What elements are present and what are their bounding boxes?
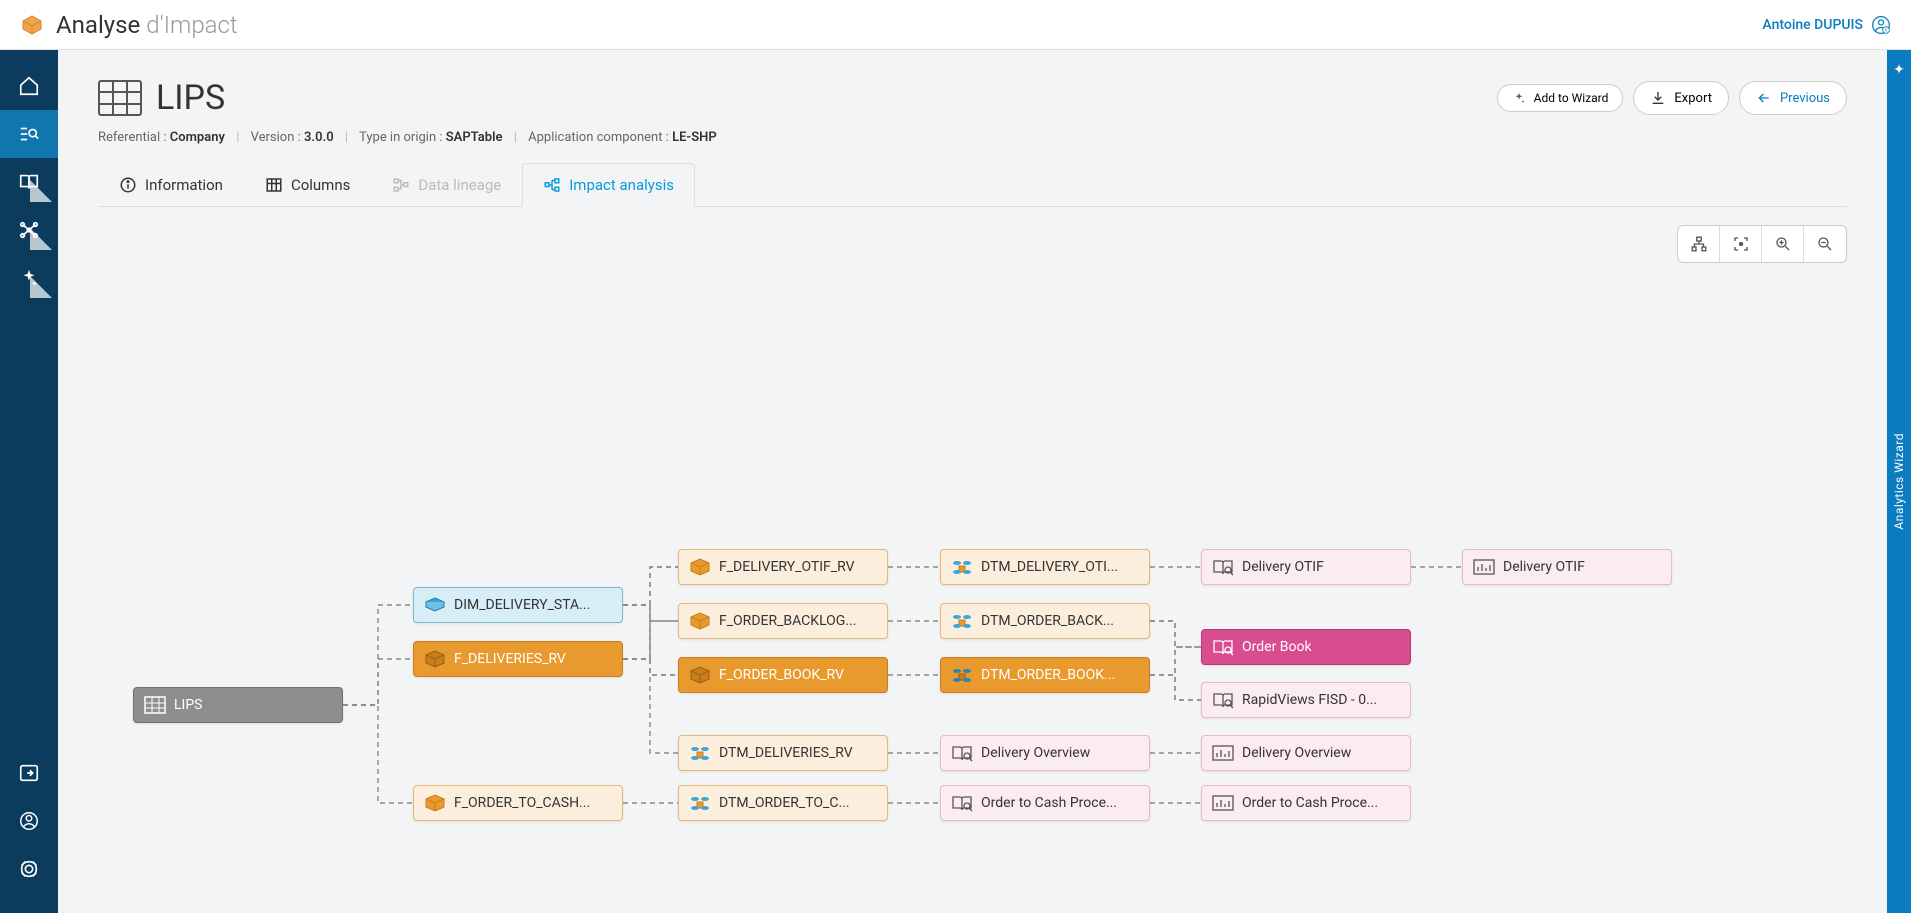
node-dim-delivery-status[interactable]: DIM_DELIVERY_STA... — [413, 587, 623, 623]
node-f-delivery-otif-rv[interactable]: F_DELIVERY_OTIF_RV — [678, 549, 888, 585]
cube-icon — [689, 666, 711, 684]
right-rail-label: Analytics Wizard — [1892, 433, 1906, 530]
page-title: LIPS — [156, 78, 225, 118]
main-content: LIPS Add to Wizard Export Previous Refer… — [58, 50, 1887, 913]
tab-information[interactable]: Information — [98, 163, 244, 206]
left-nav — [0, 50, 58, 913]
dashboard-chart-icon — [1212, 744, 1234, 762]
app-logo-icon — [20, 13, 44, 37]
nav-graph[interactable] — [0, 206, 58, 254]
nav-ai-sparkle[interactable] — [0, 254, 58, 302]
nav-import[interactable] — [0, 749, 58, 797]
meta-row: Referential : Company | Version : 3.0.0 … — [98, 130, 1847, 145]
sparkle-icon: ✦ — [1893, 62, 1905, 78]
node-f-deliveries-rv[interactable]: F_DELIVERIES_RV — [413, 641, 623, 677]
user-name[interactable]: Antoine DUPUIS — [1762, 17, 1863, 33]
report-book-icon — [1212, 638, 1234, 656]
node-rapidviews-report[interactable]: RapidViews FISD - 0... — [1201, 682, 1411, 718]
node-delivery-otif-report[interactable]: Delivery OTIF — [1201, 549, 1411, 585]
dashboard-chart-icon — [1212, 794, 1234, 812]
datamart-icon — [951, 612, 973, 630]
right-rail[interactable]: ✦ Analytics Wizard — [1887, 50, 1911, 913]
cube-icon — [689, 612, 711, 630]
datamart-icon — [689, 794, 711, 812]
export-button[interactable]: Export — [1633, 81, 1729, 115]
tabs: Information Columns Data lineage Impact … — [98, 163, 1847, 207]
node-order-book-report[interactable]: Order Book — [1201, 629, 1411, 665]
node-delivery-overview-dashboard[interactable]: Delivery Overview — [1201, 735, 1411, 771]
nav-search-analysis[interactable] — [0, 110, 58, 158]
node-delivery-overview-report[interactable]: Delivery Overview — [940, 735, 1150, 771]
add-to-wizard-button[interactable]: Add to Wizard — [1497, 84, 1624, 112]
node-delivery-otif-dashboard[interactable]: Delivery OTIF — [1462, 549, 1672, 585]
node-dtm-deliveries-rv[interactable]: DTM_DELIVERIES_RV — [678, 735, 888, 771]
table-icon — [144, 696, 166, 714]
cube-icon — [424, 794, 446, 812]
node-dtm-delivery-otif[interactable]: DTM_DELIVERY_OTI... — [940, 549, 1150, 585]
report-book-icon — [951, 794, 973, 812]
nav-account[interactable] — [0, 797, 58, 845]
report-book-icon — [951, 744, 973, 762]
top-header: Analyse d'Impact Antoine DUPUIS € — [0, 0, 1911, 50]
node-dtm-order-book[interactable]: DTM_ORDER_BOOK... — [940, 657, 1150, 693]
user-profile-icon[interactable]: € — [1871, 15, 1891, 35]
nav-home[interactable] — [0, 62, 58, 110]
previous-button[interactable]: Previous — [1739, 81, 1847, 115]
datamart-icon — [951, 666, 973, 684]
tab-impact-analysis[interactable]: Impact analysis — [522, 163, 695, 207]
node-f-order-backlog[interactable]: F_ORDER_BACKLOG... — [678, 603, 888, 639]
node-dtm-order-to-cash[interactable]: DTM_ORDER_TO_C... — [678, 785, 888, 821]
cube-icon — [424, 650, 446, 668]
tab-data-lineage: Data lineage — [371, 163, 522, 206]
nav-support[interactable] — [0, 845, 58, 893]
page-header: LIPS Add to Wizard Export Previous — [98, 78, 1847, 118]
app-title: Analyse d'Impact — [56, 11, 238, 39]
datamart-icon — [951, 558, 973, 576]
cube-icon — [689, 558, 711, 576]
node-lips[interactable]: LIPS — [133, 687, 343, 723]
diagram-area: LIPS DIM_DELIVERY_STA... F_DELIVERIES_RV… — [98, 207, 1847, 847]
report-book-icon — [1212, 558, 1234, 576]
node-f-order-book-rv[interactable]: F_ORDER_BOOK_RV — [678, 657, 888, 693]
dashboard-chart-icon — [1473, 558, 1495, 576]
datamart-icon — [689, 744, 711, 762]
tab-columns[interactable]: Columns — [244, 163, 371, 206]
nav-catalog[interactable] — [0, 158, 58, 206]
table-icon — [98, 80, 142, 116]
cube-view-icon — [424, 596, 446, 614]
node-dtm-order-backlog[interactable]: DTM_ORDER_BACK... — [940, 603, 1150, 639]
report-book-icon — [1212, 691, 1234, 709]
node-order-to-cash-report[interactable]: Order to Cash Proce... — [940, 785, 1150, 821]
node-f-order-to-cash[interactable]: F_ORDER_TO_CASH... — [413, 785, 623, 821]
node-order-to-cash-dashboard[interactable]: Order to Cash Proce... — [1201, 785, 1411, 821]
diagram-canvas[interactable]: LIPS DIM_DELIVERY_STA... F_DELIVERIES_RV… — [98, 207, 1847, 847]
